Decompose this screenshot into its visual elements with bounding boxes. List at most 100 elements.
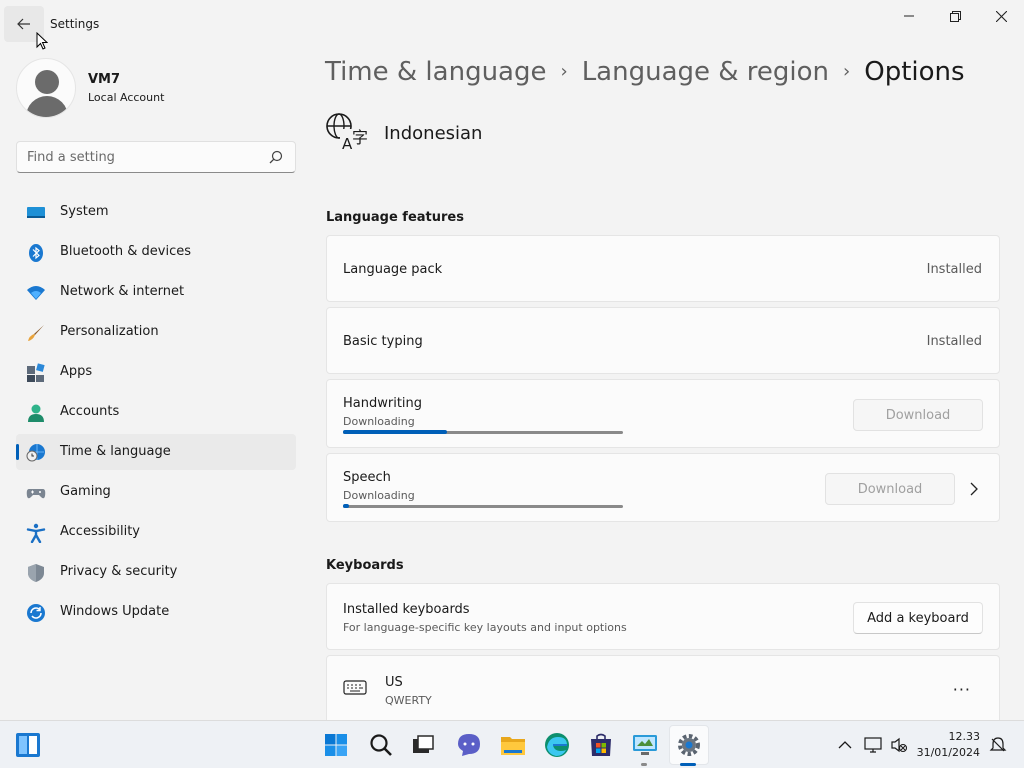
sidebar-nav: System Bluetooth & devices Network & int… [16, 194, 296, 634]
speech-card[interactable]: Speech Downloading Download [326, 453, 1000, 522]
taskbar: 12.33 31/01/2024 [0, 720, 1024, 768]
language-pack-card: Language pack Installed [326, 235, 1000, 302]
mouse-cursor-icon [36, 32, 48, 50]
status-text: Installed [926, 334, 982, 349]
sidebar-item-gaming[interactable]: Gaming [16, 474, 296, 510]
sidebar-item-privacy[interactable]: Privacy & security [16, 554, 296, 590]
task-view-icon[interactable] [411, 733, 435, 757]
search-box[interactable] [16, 141, 296, 173]
language-name: Indonesian [384, 123, 483, 144]
breadcrumb-language-region[interactable]: Language & region [582, 57, 829, 87]
sidebar-item-label: Time & language [60, 444, 171, 459]
update-icon [27, 604, 45, 622]
download-status: Downloading [343, 415, 415, 428]
card-title: Speech [343, 470, 391, 485]
minimize-button[interactable] [886, 4, 932, 28]
title-bar: Settings [0, 0, 1024, 50]
sidebar-item-system[interactable]: System [16, 194, 296, 230]
sidebar-item-label: Apps [60, 364, 93, 379]
account-type: Local Account [88, 91, 165, 104]
installed-keyboards-card: Installed keyboards For language-specifi… [326, 583, 1000, 650]
chevron-right-icon: › [843, 61, 851, 82]
widgets-icon[interactable] [15, 732, 41, 758]
active-indicator [680, 763, 696, 766]
sidebar-item-apps[interactable]: Apps [16, 354, 296, 390]
svg-text:字: 字 [352, 128, 368, 147]
avatar[interactable] [16, 58, 76, 118]
sidebar-item-network[interactable]: Network & internet [16, 274, 296, 310]
remote-desktop-icon[interactable] [632, 732, 658, 758]
network-icon[interactable] [864, 736, 882, 754]
keyboard-list-item: US QWERTY ··· [326, 655, 1000, 727]
handwriting-card: Handwriting Downloading Download [326, 379, 1000, 448]
sidebar-item-label: Windows Update [60, 604, 170, 619]
keyboard-name: US [385, 675, 403, 690]
chevron-up-icon[interactable] [838, 738, 852, 752]
start-icon[interactable] [324, 733, 348, 757]
sidebar-item-accessibility[interactable]: Accessibility [16, 514, 296, 550]
sidebar-item-personalization[interactable]: Personalization [16, 314, 296, 350]
basic-typing-card: Basic typing Installed [326, 307, 1000, 374]
card-title: Language pack [343, 262, 443, 277]
globe-clock-icon [26, 444, 45, 462]
running-indicator [641, 763, 647, 766]
sidebar-item-accounts[interactable]: Accounts [16, 394, 296, 430]
brush-icon [28, 325, 44, 341]
bluetooth-icon [29, 244, 43, 262]
language-features-heading: Language features [326, 210, 464, 225]
sidebar-item-label: System [60, 204, 109, 219]
close-icon [995, 10, 1007, 22]
download-button[interactable]: Download [825, 473, 955, 505]
sidebar-item-bluetooth[interactable]: Bluetooth & devices [16, 234, 296, 270]
volume-muted-icon[interactable] [890, 736, 908, 754]
system-icon [27, 207, 45, 218]
status-text: Installed [926, 262, 982, 277]
notification-icon[interactable] [989, 736, 1007, 754]
minimize-icon [904, 15, 914, 17]
breadcrumb-time-language[interactable]: Time & language [325, 57, 546, 87]
user-name: VM7 [88, 72, 121, 87]
language-icon: A 字 [326, 113, 368, 151]
progress-bar [343, 504, 623, 508]
clock-time[interactable]: 12.33 [949, 730, 981, 743]
sidebar-item-label: Accessibility [60, 524, 140, 539]
keyboard-icon [343, 680, 367, 695]
search-input[interactable] [27, 148, 257, 166]
sidebar-item-label: Gaming [60, 484, 111, 499]
sidebar-item-windows-update[interactable]: Windows Update [16, 594, 296, 630]
progress-bar [343, 430, 623, 434]
store-icon[interactable] [588, 732, 614, 758]
search-icon [269, 150, 283, 164]
close-button[interactable] [978, 4, 1024, 28]
add-keyboard-button[interactable]: Add a keyboard [853, 602, 983, 634]
page-title: Options [864, 57, 965, 87]
edge-icon[interactable] [544, 732, 570, 758]
search-icon[interactable] [369, 733, 393, 757]
sidebar-item-label: Privacy & security [60, 564, 178, 579]
file-explorer-icon[interactable] [500, 732, 526, 758]
accounts-icon [28, 404, 44, 422]
settings-icon[interactable] [676, 732, 702, 758]
chevron-right-icon [970, 482, 978, 496]
arrow-left-icon [17, 18, 30, 30]
more-options-button[interactable]: ··· [953, 680, 971, 699]
sidebar-item-time-language[interactable]: Time & language [16, 434, 296, 470]
download-button[interactable]: Download [853, 399, 983, 431]
chevron-right-icon: › [560, 61, 568, 82]
keyboards-heading: Keyboards [326, 558, 404, 573]
clock-date[interactable]: 31/01/2024 [917, 746, 980, 759]
shield-icon [28, 564, 44, 582]
keyboard-layout: QWERTY [385, 694, 432, 707]
breadcrumb: Time & language › Language & region › Option… [325, 57, 965, 87]
apps-icon [27, 363, 45, 382]
card-title: Basic typing [343, 334, 423, 349]
sidebar-item-label: Bluetooth & devices [60, 244, 191, 259]
sidebar-item-label: Accounts [60, 404, 120, 419]
restore-icon [949, 10, 961, 22]
restore-button[interactable] [932, 4, 978, 28]
app-title: Settings [50, 17, 100, 31]
sidebar-item-label: Personalization [60, 324, 159, 339]
chat-icon[interactable] [456, 732, 482, 758]
gamepad-icon [26, 489, 46, 499]
card-title: Installed keyboards [343, 602, 470, 617]
